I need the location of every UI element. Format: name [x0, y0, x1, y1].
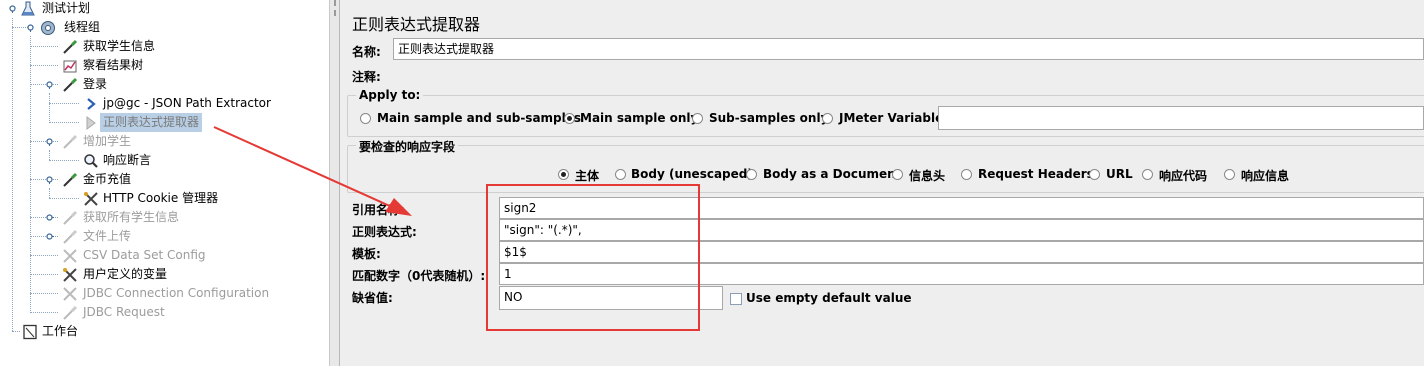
annotation-arrow [213, 126, 412, 216]
